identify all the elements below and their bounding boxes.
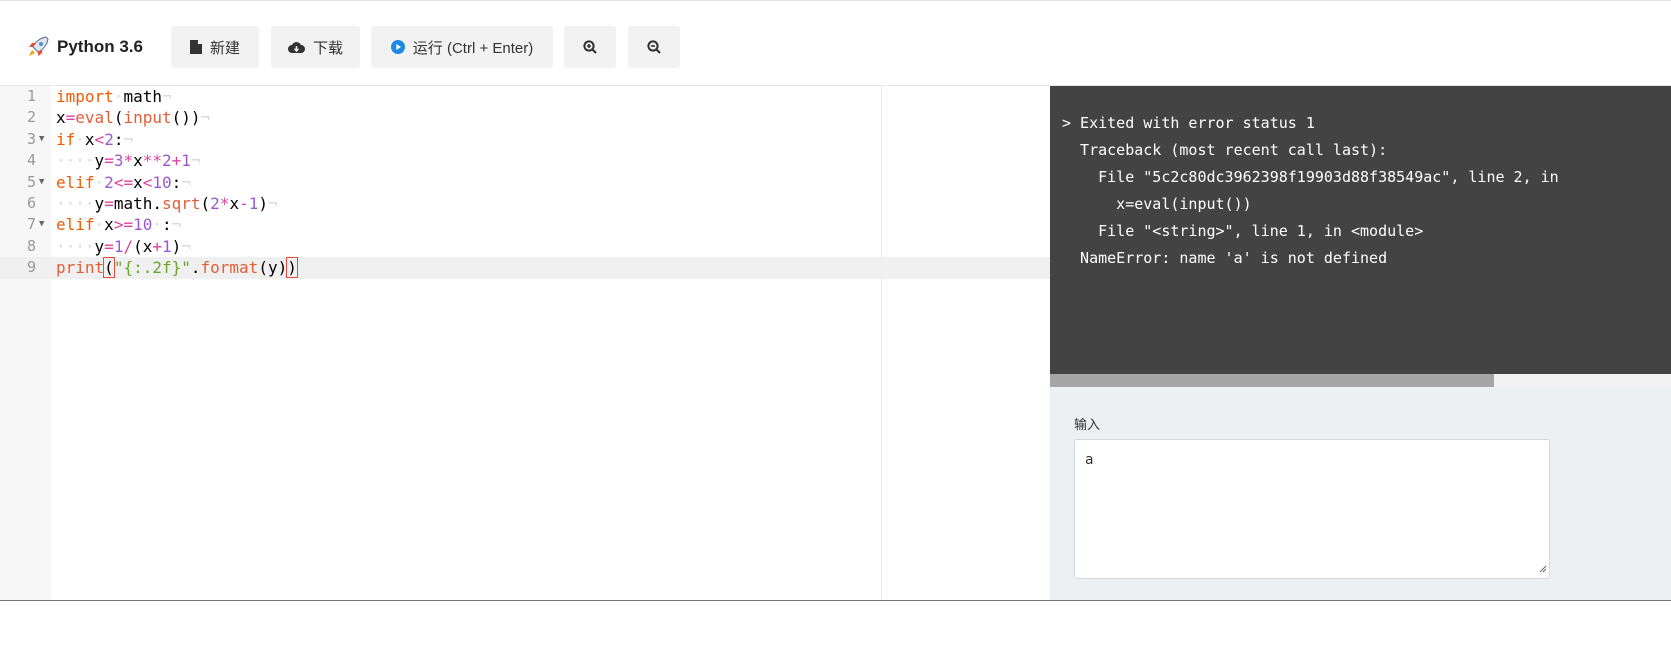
line-number: 1 <box>26 87 36 105</box>
line-number: 4 <box>26 151 36 170</box>
code-line[interactable]: 4 ····y=3*x**2+1¬ <box>0 150 1050 171</box>
line-number: 3 <box>26 129 36 148</box>
code-line-active[interactable]: 9 print("{:.2f}".format(y)) <box>0 257 1050 279</box>
download-button-label: 下载 <box>312 39 343 57</box>
code-line[interactable]: 7 ▼ elif·x>=10·:¬ <box>0 214 1050 235</box>
app-title: Python 3.6 <box>57 37 143 56</box>
line-number: 2 <box>26 108 36 127</box>
zoom-out-button[interactable] <box>628 26 680 68</box>
code-text: x=eval(input())¬ <box>56 108 211 128</box>
fold-arrow-icon[interactable]: ▼ <box>39 129 44 150</box>
console-line: > Exited with error status 1 <box>1062 114 1315 132</box>
line-number: 5 <box>26 172 36 191</box>
input-label: 输入 <box>1074 417 1101 432</box>
code-text: ····y=3*x**2+1¬ <box>56 151 201 171</box>
code-line[interactable]: 6 ····y=math.sqrt(2*x-1)¬ <box>0 193 1050 214</box>
console-horizontal-scrollbar[interactable] <box>1050 374 1671 387</box>
zoom-in-button[interactable] <box>564 26 616 68</box>
code-text: ····y=math.sqrt(2*x-1)¬ <box>56 194 278 213</box>
code-line[interactable]: 5 ▼ elif·2<=x<10:¬ <box>0 172 1050 193</box>
file-icon <box>189 40 202 54</box>
new-button[interactable]: 新建 <box>171 26 259 68</box>
code-text: elif·2<=x<10:¬ <box>56 172 191 192</box>
stdin-input[interactable]: a <box>1074 439 1550 579</box>
cloud-download-icon <box>287 41 305 53</box>
code-text: import·math¬ <box>56 87 172 106</box>
bottom-divider <box>0 600 1671 601</box>
run-button[interactable]: 运行 (Ctrl + Enter) <box>371 26 553 68</box>
rocket-icon <box>29 36 49 56</box>
play-circle-icon <box>390 40 405 54</box>
console-line: File "<string>", line 1, in <module> <box>1062 222 1424 240</box>
console-line: x=eval(input()) <box>1062 195 1252 213</box>
zoom-in-icon <box>583 40 597 54</box>
run-button-label: 运行 (Ctrl + Enter) <box>412 39 534 57</box>
scrollbar-thumb[interactable] <box>1050 374 1494 387</box>
code-text: if·x<2:¬ <box>56 129 134 149</box>
line-number: 6 <box>26 194 36 212</box>
code-line[interactable]: 1 import·math¬ <box>0 86 1050 107</box>
code-editor[interactable]: 1 import·math¬ 2 x=eval(input())¬ 3 ▼ if… <box>0 86 1050 601</box>
fold-arrow-icon[interactable]: ▼ <box>39 172 44 193</box>
code-line[interactable]: 3 ▼ if·x<2:¬ <box>0 129 1050 150</box>
download-button[interactable]: 下载 <box>271 26 360 68</box>
code-line[interactable]: 2 x=eval(input())¬ <box>0 107 1050 128</box>
code-text: print("{:.2f}".format(y)) <box>56 257 298 279</box>
resize-grip-icon[interactable] <box>1539 565 1547 573</box>
console-output: > Exited with error status 1 Traceback (… <box>1050 86 1671 374</box>
line-number: 9 <box>26 258 36 277</box>
console-line: NameError: name 'a' is not defined <box>1062 249 1388 267</box>
line-number: 7 <box>26 215 36 234</box>
console-line: Traceback (most recent call last): <box>1062 141 1388 159</box>
code-line[interactable]: 8 ····y=1/(x+1)¬ <box>0 236 1050 257</box>
code-text: elif·x>=10·:¬ <box>56 215 182 235</box>
zoom-out-icon <box>647 40 661 54</box>
app-brand: Python 3.6 <box>26 34 143 60</box>
fold-arrow-icon[interactable]: ▼ <box>39 214 44 235</box>
console-line: File "5c2c80dc3962398f19903d88f38549ac",… <box>1062 168 1559 186</box>
code-text: ····y=1/(x+1)¬ <box>56 236 191 256</box>
line-number: 8 <box>26 236 36 255</box>
input-panel: 输入 a <box>1050 387 1671 601</box>
toolbar: Python 3.6 新建 下载 运行 (Ctrl + Enter) <box>0 0 1671 86</box>
new-button-label: 新建 <box>209 39 240 57</box>
